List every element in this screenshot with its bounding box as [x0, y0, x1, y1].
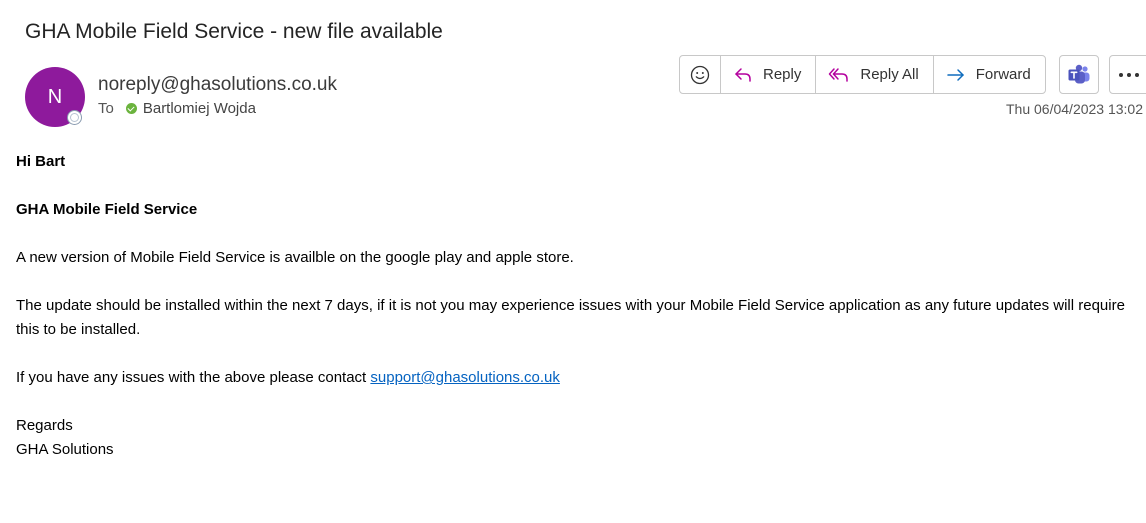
- sender-address[interactable]: noreply@ghasolutions.co.uk: [98, 74, 337, 96]
- teams-chat-button[interactable]: [1059, 55, 1099, 94]
- email-subject: GHA Mobile Field Service - new file avai…: [25, 20, 443, 43]
- presence-inner: [70, 113, 79, 122]
- email-reading-pane: GHA Mobile Field Service - new file avai…: [0, 0, 1146, 523]
- signature: GHA Solutions: [16, 441, 114, 458]
- message-actions-toolbar: Reply Reply All Forward: [679, 55, 1046, 94]
- greeting: Hi Bart: [16, 153, 66, 170]
- received-date: Thu 06/04/2023 13:02: [1006, 101, 1144, 117]
- reply-all-icon: [829, 67, 849, 82]
- contact-text: If you have any issues with the above pl…: [16, 369, 371, 386]
- body-paragraph-2: The update should be installed within th…: [16, 297, 1125, 338]
- more-actions-button[interactable]: [1109, 55, 1146, 94]
- forward-arrow-icon: [946, 68, 964, 81]
- more-icon: [1119, 72, 1139, 77]
- support-email-link[interactable]: support@ghasolutions.co.uk: [370, 369, 560, 386]
- message-body: Hi Bart GHA Mobile Field Service A new v…: [16, 150, 1136, 462]
- reply-all-label: Reply All: [860, 66, 919, 83]
- reply-button[interactable]: Reply: [720, 56, 815, 93]
- react-button[interactable]: [680, 56, 720, 93]
- reply-label: Reply: [763, 66, 802, 83]
- smiley-icon: [690, 65, 710, 84]
- reply-icon: [735, 67, 751, 82]
- to-label: To: [98, 100, 114, 117]
- teams-icon: [1068, 64, 1090, 83]
- body-heading: GHA Mobile Field Service: [16, 201, 198, 218]
- regards: Regards: [16, 417, 73, 434]
- body-paragraph-1: A new version of Mobile Field Service is…: [16, 249, 574, 266]
- forward-button[interactable]: Forward: [932, 56, 1045, 93]
- forward-label: Forward: [975, 66, 1031, 83]
- avatar-initial: N: [47, 86, 63, 108]
- presence-status-icon: [67, 110, 82, 125]
- body-paragraph-3: If you have any issues with the above pl…: [16, 366, 1136, 390]
- recipient-status-icon: [125, 103, 137, 114]
- recipient-row: To Bartlomiej Wojda: [98, 100, 256, 117]
- reply-all-button[interactable]: Reply All: [815, 56, 932, 93]
- recipient-name[interactable]: Bartlomiej Wojda: [143, 100, 256, 117]
